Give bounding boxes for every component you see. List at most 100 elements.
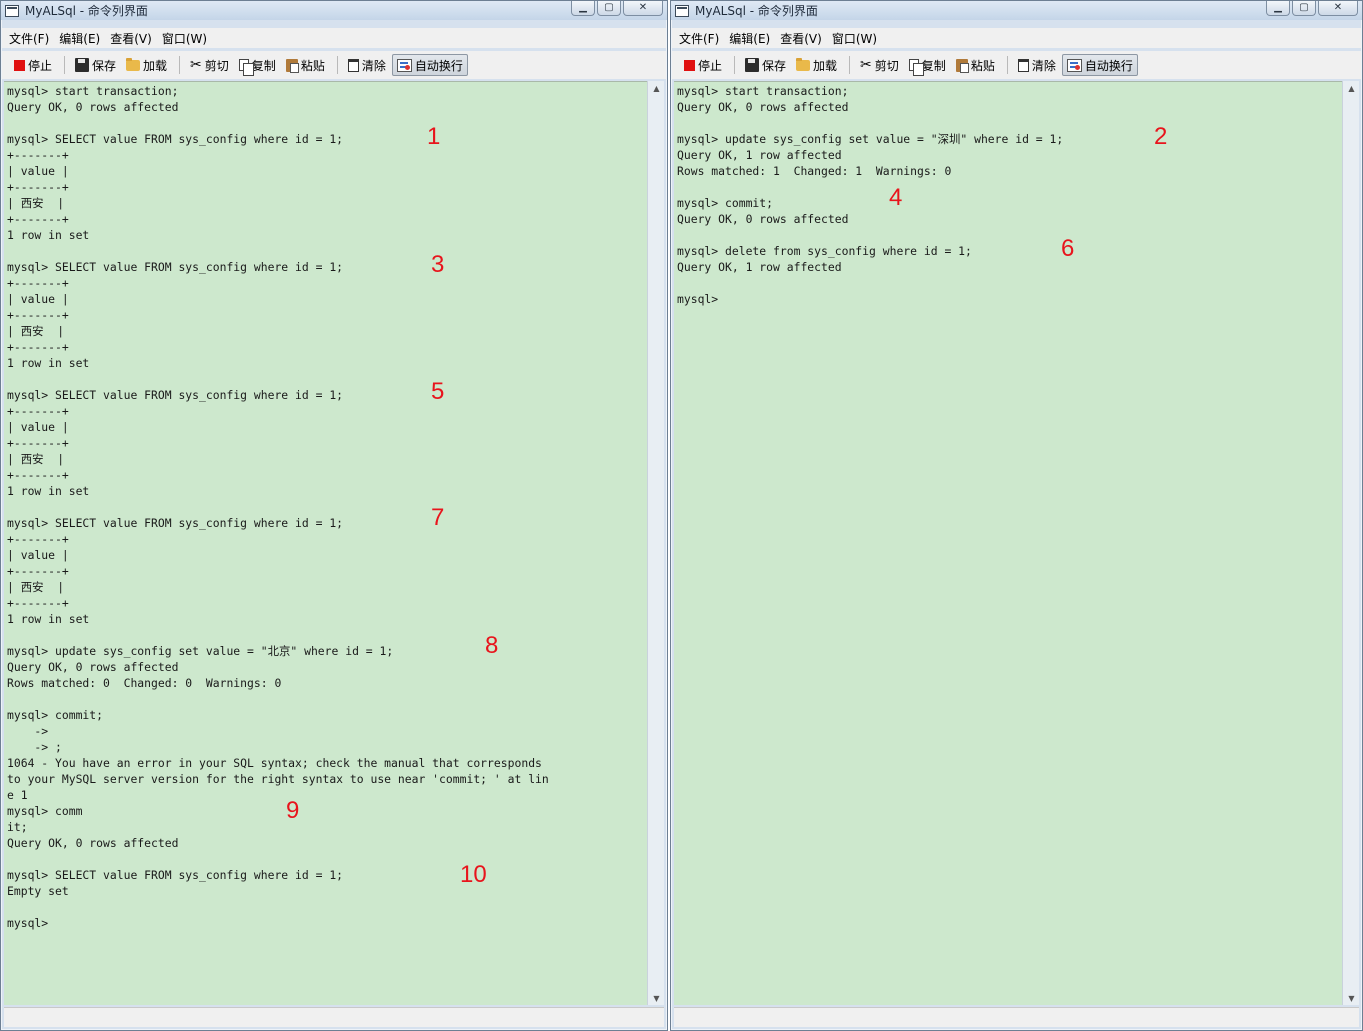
annotation-step: 4 xyxy=(889,184,903,211)
title-bar[interactable]: MyALSql - 命令列界面 ▁ ▢ ✕ xyxy=(1,1,667,20)
window-controls: ▁ ▢ ✕ xyxy=(1264,1,1358,16)
stop-icon xyxy=(14,59,25,71)
load-button[interactable]: 加载 xyxy=(792,54,841,76)
cut-label: 剪切 xyxy=(874,58,899,73)
minimize-button[interactable]: ▁ xyxy=(1266,1,1290,16)
stop-label: 停止 xyxy=(28,58,53,73)
vertical-scrollbar[interactable]: ▲ ▼ xyxy=(647,81,664,1005)
minimize-icon: ▁ xyxy=(579,2,587,13)
stop-button[interactable]: 停止 xyxy=(10,54,56,76)
minimize-button[interactable]: ▁ xyxy=(571,1,595,16)
console-output[interactable]: mysql> start transaction; Query OK, 0 ro… xyxy=(674,81,1342,1005)
right-window: MyALSql - 命令列界面 ▁ ▢ ✕ 文件(F) 编辑(E) 查看(V) … xyxy=(670,0,1363,1031)
annotation-step: 7 xyxy=(431,504,445,531)
stop-button[interactable]: 停止 xyxy=(680,54,726,76)
save-button[interactable]: 保存 xyxy=(71,54,120,76)
paste-button[interactable]: 粘贴 xyxy=(952,54,999,76)
annotation-step: 3 xyxy=(431,251,445,278)
annotation-step: 1 xyxy=(427,123,441,150)
cut-button[interactable]: ✂ 剪切 xyxy=(186,54,233,76)
toolbar-separator xyxy=(64,56,66,74)
menu-view[interactable]: 查看(V) xyxy=(780,30,822,47)
scroll-up-icon[interactable]: ▲ xyxy=(648,81,665,95)
toolbar-separator xyxy=(849,56,851,74)
scissors-icon: ✂ xyxy=(190,57,202,73)
folder-icon xyxy=(796,57,811,71)
scissors-icon: ✂ xyxy=(860,57,872,73)
minimize-icon: ▁ xyxy=(1274,2,1282,13)
console-output[interactable]: mysql> start transaction; Query OK, 0 ro… xyxy=(4,81,647,1005)
scroll-down-icon[interactable]: ▼ xyxy=(1343,991,1360,1005)
stop-label: 停止 xyxy=(698,58,723,73)
copy-label: 复制 xyxy=(921,58,946,73)
title-bar[interactable]: MyALSql - 命令列界面 ▁ ▢ ✕ xyxy=(671,1,1362,20)
word-wrap-icon xyxy=(396,58,412,72)
menu-edit[interactable]: 编辑(E) xyxy=(59,30,100,47)
copy-button[interactable]: 复制 xyxy=(905,54,950,76)
copy-icon xyxy=(238,59,254,76)
window-title: MyALSql - 命令列界面 xyxy=(695,4,818,18)
save-label: 保存 xyxy=(92,58,117,73)
status-bar xyxy=(4,1007,664,1027)
left-window: MyALSql - 命令列界面 ▁ ▢ ✕ 文件(F) 编辑(E) 查看(V) … xyxy=(0,0,668,1031)
toolbar-separator xyxy=(336,56,338,74)
folder-icon xyxy=(126,57,141,71)
trash-icon xyxy=(347,58,359,72)
load-button[interactable]: 加载 xyxy=(122,54,171,76)
vertical-scrollbar[interactable]: ▲ ▼ xyxy=(1342,81,1359,1005)
menu-bar: 文件(F) 编辑(E) 查看(V) 窗口(W) xyxy=(672,28,1361,48)
toolbar-separator xyxy=(179,56,181,74)
stop-icon xyxy=(684,59,695,71)
window-title: MyALSql - 命令列界面 xyxy=(25,4,148,18)
cut-label: 剪切 xyxy=(204,58,229,73)
annotation-step: 8 xyxy=(485,632,499,659)
menu-view[interactable]: 查看(V) xyxy=(110,30,152,47)
paste-icon xyxy=(285,58,299,73)
toolbar-separator xyxy=(734,56,736,74)
close-button[interactable]: ✕ xyxy=(1318,1,1358,16)
word-wrap-icon xyxy=(1066,58,1082,72)
menu-file[interactable]: 文件(F) xyxy=(679,30,719,47)
maximize-button[interactable]: ▢ xyxy=(597,1,621,16)
save-icon xyxy=(745,58,760,72)
paste-label: 粘贴 xyxy=(300,58,325,73)
menu-window[interactable]: 窗口(W) xyxy=(162,30,207,47)
maximize-icon: ▢ xyxy=(1299,2,1309,13)
copy-button[interactable]: 复制 xyxy=(235,54,280,76)
toolbar: 停止 保存 加载 ✂ 剪切 复制 粘贴 清除 自动换行 xyxy=(672,51,1361,79)
paste-label: 粘贴 xyxy=(970,58,995,73)
paste-icon xyxy=(955,58,969,73)
paste-button[interactable]: 粘贴 xyxy=(282,54,329,76)
menu-edit[interactable]: 编辑(E) xyxy=(729,30,770,47)
trash-icon xyxy=(1017,58,1029,72)
close-icon: ✕ xyxy=(1333,2,1343,13)
clear-label: 清除 xyxy=(1031,58,1056,73)
maximize-button[interactable]: ▢ xyxy=(1292,1,1316,16)
clear-label: 清除 xyxy=(361,58,386,73)
save-button[interactable]: 保存 xyxy=(741,54,790,76)
annotation-step: 2 xyxy=(1154,123,1168,150)
scroll-down-icon[interactable]: ▼ xyxy=(648,991,665,1005)
save-icon xyxy=(75,58,90,72)
load-label: 加载 xyxy=(813,58,838,73)
save-label: 保存 xyxy=(762,58,787,73)
console-text: mysql> start transaction; Query OK, 0 ro… xyxy=(7,84,549,930)
status-bar xyxy=(674,1007,1359,1027)
menu-window[interactable]: 窗口(W) xyxy=(832,30,877,47)
word-wrap-label: 自动换行 xyxy=(1084,58,1133,73)
annotation-step: 5 xyxy=(431,378,445,405)
menu-file[interactable]: 文件(F) xyxy=(9,30,49,47)
maximize-icon: ▢ xyxy=(604,2,614,13)
copy-icon xyxy=(908,59,924,76)
cut-button[interactable]: ✂ 剪切 xyxy=(856,54,903,76)
console-text: mysql> start transaction; Query OK, 0 ro… xyxy=(677,84,1064,306)
word-wrap-toggle[interactable]: 自动换行 xyxy=(1061,54,1138,76)
load-label: 加载 xyxy=(143,58,168,73)
clear-button[interactable]: 清除 xyxy=(344,54,390,76)
scroll-up-icon[interactable]: ▲ xyxy=(1343,81,1360,95)
word-wrap-label: 自动换行 xyxy=(414,58,463,73)
toolbar-separator xyxy=(1006,56,1008,74)
close-button[interactable]: ✕ xyxy=(623,1,663,16)
clear-button[interactable]: 清除 xyxy=(1014,54,1060,76)
word-wrap-toggle[interactable]: 自动换行 xyxy=(391,54,468,76)
